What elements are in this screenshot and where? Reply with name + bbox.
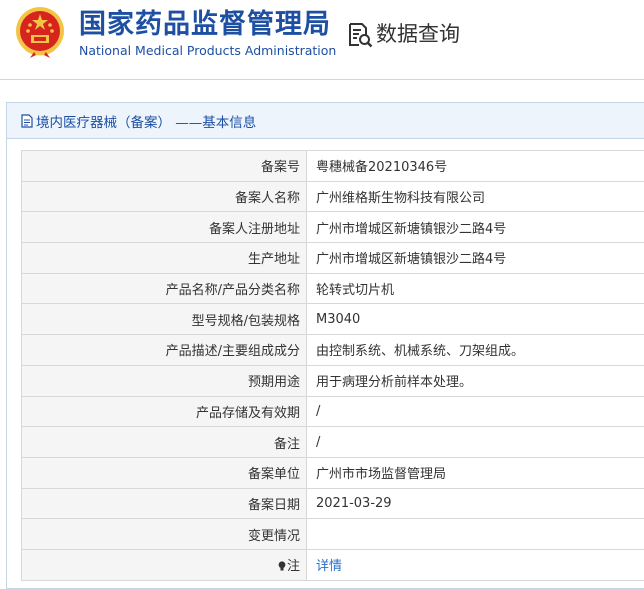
field-label: 变更情况: [21, 518, 307, 550]
field-value: 由控制系统、机械系统、刀架组成。: [306, 334, 644, 366]
field-value: /: [306, 426, 644, 458]
table-row: 产品存储及有效期 /: [21, 395, 644, 428]
table-row: 生产地址 广州市增城区新塘镇银沙二路4号: [21, 242, 644, 274]
field-label: 预期用途: [21, 364, 307, 397]
national-emblem-icon: [16, 7, 64, 58]
brand-name-cn: 国家药品监督管理局: [79, 9, 331, 40]
field-label: 备注: [21, 426, 307, 458]
field-value: 2021-03-29: [306, 487, 644, 520]
document-search-icon: [349, 23, 373, 48]
field-label: 生产地址: [21, 242, 307, 274]
field-value: 广州市增城区新塘镇银沙二路4号: [306, 211, 644, 244]
document-icon: [21, 113, 33, 128]
note-row: 注 详情: [21, 548, 644, 581]
field-label: 型号规格/包装规格: [21, 303, 307, 336]
data-query-title: 数据查询: [376, 22, 460, 46]
note-value-cell: 详情: [306, 548, 644, 581]
field-label: 备案人注册地址: [21, 211, 307, 244]
field-label: 产品描述/主要组成成分: [21, 334, 307, 366]
note-label: 注: [286, 559, 300, 575]
field-label: 备案日期: [21, 487, 307, 520]
record-panel: 境内医疗器械（备案） ——基本信息 备案号 粤穗械备20210346号 备案人名…: [6, 102, 644, 589]
table-row: 产品描述/主要组成成分 由控制系统、机械系统、刀架组成。: [21, 334, 644, 366]
table-row: 备案人注册地址 广州市增城区新塘镇银沙二路4号: [21, 211, 644, 244]
site-header: 国家药品监督管理局 National Medical Products Admi…: [0, 0, 644, 80]
table-row: 备案日期 2021-03-29: [21, 487, 644, 520]
table-row: 变更情况: [21, 518, 644, 550]
panel-header: 境内医疗器械（备案） ——基本信息: [7, 103, 644, 139]
field-label: 备案号: [21, 150, 307, 182]
field-label: 产品名称/产品分类名称: [21, 272, 307, 305]
field-label: 备案单位: [21, 456, 307, 489]
brand-name-en: National Medical Products Administration: [79, 43, 337, 58]
field-label: 产品存储及有效期: [21, 395, 307, 428]
field-value: 用于病理分析前样本处理。: [306, 364, 644, 397]
field-label: 备案人名称: [21, 180, 307, 213]
field-value: /: [306, 395, 644, 428]
field-value: 轮转式切片机: [306, 272, 644, 305]
table-row: 产品名称/产品分类名称 轮转式切片机: [21, 272, 644, 305]
panel-title: 境内医疗器械（备案） ——基本信息: [36, 114, 257, 131]
header-spacer: [0, 80, 644, 102]
field-value: 粤穗械备20210346号: [306, 150, 644, 182]
table-row: 备案号 粤穗械备20210346号: [21, 150, 644, 182]
record-info-table: 备案号 粤穗械备20210346号 备案人名称 广州维格斯生物科技有限公司 备案…: [21, 150, 644, 581]
table-row: 预期用途 用于病理分析前样本处理。: [21, 364, 644, 397]
field-value: M3040: [306, 303, 644, 336]
table-row: 型号规格/包装规格 M3040: [21, 303, 644, 336]
table-row: 备案单位 广州市市场监督管理局: [21, 456, 644, 489]
field-value: 广州市增城区新塘镇银沙二路4号: [306, 242, 644, 274]
field-value: 广州维格斯生物科技有限公司: [306, 180, 644, 213]
details-link[interactable]: 详情: [316, 559, 342, 574]
table-row: 备注 /: [21, 426, 644, 458]
field-value: 广州市市场监督管理局: [306, 456, 644, 489]
bulb-icon: [278, 561, 286, 571]
table-row: 备案人名称 广州维格斯生物科技有限公司: [21, 180, 644, 213]
field-value: [306, 518, 644, 550]
note-label-cell: 注: [21, 548, 307, 581]
